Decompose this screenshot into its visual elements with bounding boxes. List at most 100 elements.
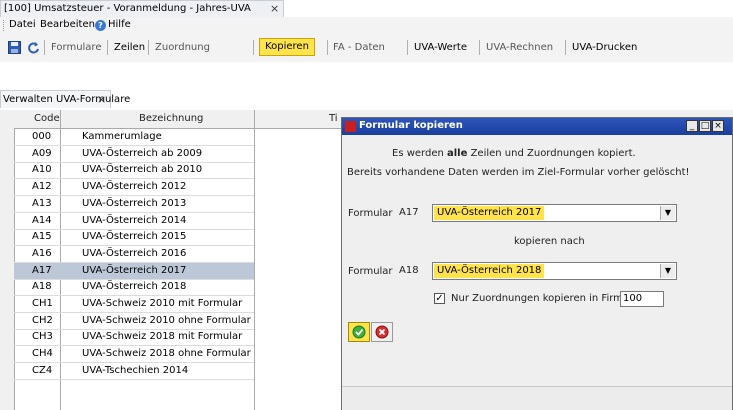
row-bezeichnung: UVA-Österreich 2016 [82,247,187,259]
table-row[interactable]: CH4 UVA-Schweiz 2018 ohne Formular [14,346,254,364]
chevron-down-icon[interactable]: ▼ [660,206,675,220]
toolbar-separator [107,40,108,55]
header-code[interactable]: Code [34,113,60,124]
dialog-info-line2: Bereits vorhandene Daten werden im Ziel-… [347,167,690,178]
row-bezeichnung: UVA-Österreich 2017 [82,264,187,276]
row-code: CH1 [32,298,53,309]
table-row[interactable]: A14 UVA-Österreich 2014 [14,213,254,230]
minimize-icon[interactable]: _ [686,120,698,132]
table-row[interactable]: CH3 UVA-Schweiz 2018 mit Formular [14,329,254,347]
tb-formulare-button[interactable]: Formulare [51,42,101,53]
row-code: A12 [32,181,52,193]
from-form-select[interactable]: UVA-Österreich 2017 ▼ [432,204,677,222]
row-code: 000 [32,131,52,142]
tb-uva-rechnen-button[interactable]: UVA-Rechnen [486,42,553,53]
row-code: A15 [32,231,52,243]
toolbar-separator [148,40,149,55]
table-row[interactable]: A12 UVA-Österreich 2012 [14,179,254,197]
menu-bearbeiten[interactable]: Bearbeiten [40,19,95,30]
table-row[interactable]: CH1 UVA-Schweiz 2010 mit Formular [14,296,254,313]
from-form-code: A17 [399,207,419,218]
close-icon[interactable]: × [97,93,106,106]
table-row[interactable]: A15 UVA-Österreich 2015 [14,229,254,247]
to-form-select[interactable]: UVA-Österreich 2018 ▼ [432,262,677,280]
row-selector-gutter [0,110,15,410]
grip-icon [3,20,6,31]
row-bezeichnung: UVA-Österreich ab 2009 [82,147,203,159]
maximize-icon[interactable]: □ [699,120,711,132]
table-row[interactable]: A18 UVA-Österreich 2018 [14,279,254,297]
row-bezeichnung: UVA-Schweiz 2018 ohne Formular [82,348,251,360]
row-bezeichnung: UVA-Österreich ab 2010 [82,164,203,176]
table-row[interactable]: CZ4 UVA-Tschechien 2014 [14,363,254,380]
table-row[interactable]: A10 UVA-Österreich ab 2010 [14,162,254,180]
table-row[interactable]: A09 UVA-Österreich ab 2009 [14,146,254,163]
toolbar-separator [565,40,566,55]
save-icon[interactable] [8,41,21,54]
row-code: A13 [32,197,52,209]
header-bezeichnung[interactable]: Bezeichnung [139,113,203,124]
row-bezeichnung: UVA-Schweiz 2010 mit Formular [82,298,243,309]
only-assignments-checkbox[interactable]: ✓ [434,293,445,304]
row-code: CH3 [32,331,53,343]
table-row[interactable]: 000 Kammerumlage [14,129,254,146]
close-icon[interactable]: × [712,120,724,132]
table-row[interactable]: A13 UVA-Österreich 2013 [14,196,254,213]
to-form-code: A18 [399,265,419,276]
tb-uva-werte-button[interactable]: UVA-Werte [414,42,467,53]
close-icon[interactable]: × [270,2,279,15]
row-bezeichnung: UVA-Tschechien 2014 [82,364,189,376]
app-icon [345,121,356,132]
to-form-label: Formular [348,266,393,277]
row-code: A09 [32,147,52,159]
row-bezeichnung: Kammerumlage [82,131,162,142]
row-code: A14 [32,214,52,226]
table-row[interactable]: CH2 UVA-Schweiz 2010 ohne Formular [14,313,254,330]
document-tab-title: Verwalten UVA-Formulare [3,94,131,105]
toolbar-separator [44,40,45,55]
header-titel[interactable]: Ti [329,113,338,124]
toolbar-separator [407,40,408,55]
from-form-label: Formular [348,208,393,219]
refresh-icon[interactable] [27,41,40,54]
menu-bar: Datei Bearbeiten ? Hilfe [0,17,733,34]
row-code: A16 [32,247,52,259]
row-bezeichnung: UVA-Österreich 2012 [82,181,187,193]
cancel-button[interactable] [371,322,393,342]
table-row[interactable]: A16 UVA-Österreich 2016 [14,246,254,263]
row-code: CH2 [32,314,53,326]
tb-kopieren-button[interactable]: Kopieren [259,38,315,56]
window-tab[interactable]: [100] Umsatzsteuer - Voranmeldung - Jahr… [0,0,284,17]
tb-zuordnung-button[interactable]: Zuordnung [155,42,210,53]
row-code: A17 [32,264,52,276]
help-icon: ? [95,20,106,31]
toolbar: Formulare Zeilen Zuordnung Kopieren FA -… [0,34,733,62]
row-code: CH4 [32,348,53,360]
row-bezeichnung: UVA-Österreich 2013 [82,197,187,209]
menu-hilfe[interactable]: Hilfe [108,19,131,30]
from-form-value: UVA-Österreich 2017 [434,206,545,220]
grid-divider [254,110,255,410]
dialog-info-line1: Es werden alle Zeilen und Zuordnungen ko… [392,148,636,159]
chevron-down-icon[interactable]: ▼ [660,264,675,278]
only-assignments-label: Nur Zuordnungen kopieren in Firma [451,293,630,304]
toolbar-separator [479,40,480,55]
window-tab-title: [100] Umsatzsteuer - Voranmeldung - Jahr… [4,3,251,14]
copy-to-label: kopieren nach [514,236,585,247]
dialog-statusbar [342,386,732,410]
toolbar-separator [327,40,328,55]
row-bezeichnung: UVA-Schweiz 2010 ohne Formular [82,314,251,326]
table-row[interactable]: A17 UVA-Österreich 2017 [14,262,254,280]
tb-uva-drucken-button[interactable]: UVA-Drucken [572,42,637,53]
tb-fa-daten-button[interactable]: FA - Daten [333,42,385,53]
copy-form-dialog: Formular kopieren _ □ × Es werden alle Z… [341,117,733,410]
firma-input[interactable]: 100 [620,291,664,307]
to-form-value: UVA-Österreich 2018 [434,264,545,278]
tb-zeilen-button[interactable]: Zeilen [114,42,145,53]
row-code: A10 [32,164,52,176]
document-tab[interactable]: Verwalten UVA-Formulare × [0,90,130,108]
ok-button[interactable] [348,322,370,342]
row-bezeichnung: UVA-Österreich 2018 [82,281,187,293]
dialog-titlebar[interactable]: Formular kopieren _ □ × [342,118,732,135]
menu-datei[interactable]: Datei [9,19,36,30]
